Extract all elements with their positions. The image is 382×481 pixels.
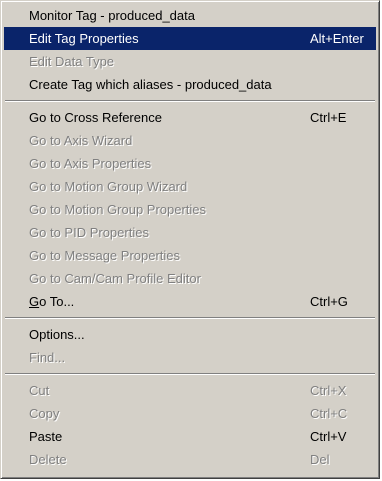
menu-item-shortcut: Ctrl+X [310,383,347,398]
menu-item-label: Delete [29,452,67,467]
menu-item-label: Copy [29,406,60,421]
menu-item-go-to-axis-properties: Go to Axis Properties [4,152,376,175]
menu-item-label: Options... [29,327,85,342]
menu-item-go-to-motion-group-wizard: Go to Motion Group Wizard [4,175,376,198]
menu-item-cut: Cut Ctrl+X [4,379,376,402]
menu-item-label: Monitor Tag - produced_data [29,8,195,23]
menu-item-label: Go to Axis Properties [29,156,152,171]
menu-item-paste[interactable]: Paste Ctrl+V [4,425,376,448]
menu-item-mnemonic: G [29,294,40,309]
menu-item-copy: Copy Ctrl+C [4,402,376,425]
menu-item-edit-tag-properties[interactable]: Edit Tag Properties Alt+Enter [4,27,376,50]
menu-item-delete: Delete Del [4,448,376,471]
menu-item-go-to-message-properties: Go to Message Properties [4,244,376,267]
menu-item-label: Go To... [29,290,74,313]
menu-item-create-alias-tag[interactable]: Create Tag which aliases - produced_data [4,73,376,96]
menu-item-label: Go to Message Properties [29,248,181,263]
menu-item-label: Paste [29,429,63,444]
menu-item-options[interactable]: Options... [4,323,376,346]
menu-item-label: Go to Motion Group Wizard [29,179,188,194]
menu-item-go-to-axis-wizard: Go to Axis Wizard [4,129,376,152]
menu-item-label-rest: o To... [39,294,75,309]
menu-item-go-to[interactable]: Go To... Ctrl+G [4,290,376,313]
menu-item-go-to-cam-profile-editor: Go to Cam/Cam Profile Editor [4,267,376,290]
menu-item-shortcut: Ctrl+C [310,406,348,421]
menu-separator [4,313,376,323]
menu-item-shortcut: Ctrl+E [310,110,347,125]
menu-item-monitor-tag[interactable]: Monitor Tag - produced_data [4,4,376,27]
menu-item-label: Go to Cam/Cam Profile Editor [29,271,201,286]
menu-item-label: Cut [29,383,50,398]
menu-item-label: Edit Data Type [29,54,115,69]
menu-item-shortcut: Del [310,452,330,467]
menu-item-shortcut: Alt+Enter [310,31,364,46]
menu-item-go-to-pid-properties: Go to PID Properties [4,221,376,244]
menu-separator [4,369,376,379]
menu-item-label: Go to Axis Wizard [29,133,133,148]
menu-item-go-to-motion-group-properties: Go to Motion Group Properties [4,198,376,221]
menu-item-go-to-cross-reference[interactable]: Go to Cross Reference Ctrl+E [4,106,376,129]
menu-item-label: Edit Tag Properties [29,31,139,46]
context-menu: Monitor Tag - produced_data Edit Tag Pro… [0,0,380,479]
menu-item-shortcut: Ctrl+G [310,294,348,309]
menu-item-label: Find... [29,350,66,365]
menu-item-label: Go to Motion Group Properties [29,202,207,217]
menu-item-find: Find... [4,346,376,369]
menu-item-label: Create Tag which aliases - produced_data [29,77,272,92]
menu-item-label: Go to PID Properties [29,225,149,240]
menu-separator [4,96,376,106]
menu-item-label: Go to Cross Reference [29,110,162,125]
menu-item-shortcut: Ctrl+V [310,429,347,444]
menu-item-edit-data-type: Edit Data Type [4,50,376,73]
